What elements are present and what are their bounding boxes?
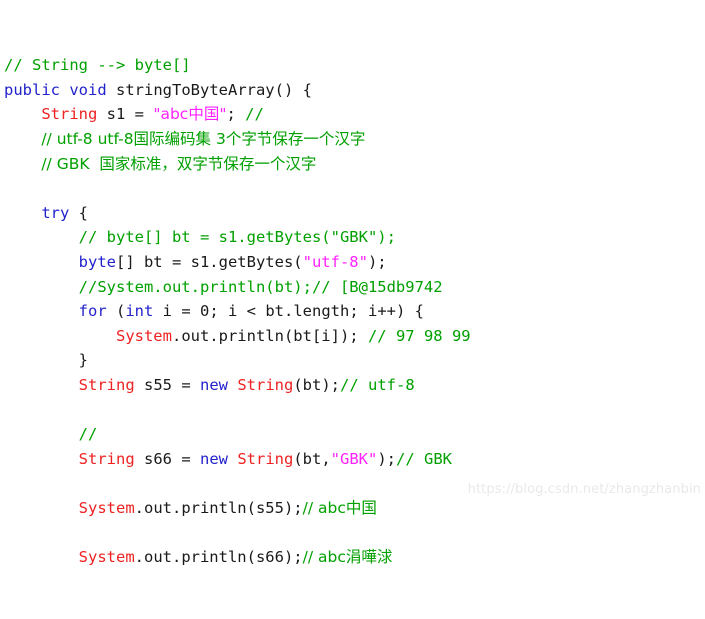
code-token-plain: (bt); <box>293 375 340 394</box>
code-token-plain: s1 = <box>97 105 154 124</box>
code-line: //System.out.println(bt);// [B@15db9742 <box>4 275 705 300</box>
code-token-keyword: new <box>199 375 228 394</box>
code-line: // GBK 国家标准，双字节保存一个汉字 <box>4 152 705 177</box>
code-editor-pane: // String --> byte[] public void stringTo… <box>0 0 705 566</box>
code-token-plain: .out.println(s66); <box>134 548 303 567</box>
code-token-comment: // abc中国 <box>302 498 377 517</box>
code-token-plain: ( <box>106 302 126 321</box>
code-line: String s1 = "abc中国"; // <box>4 102 705 127</box>
code-token-class: String <box>78 375 135 394</box>
code-token-plain: [] bt = s1.getBytes( <box>115 252 303 271</box>
code-token-plain: s66 = <box>134 449 200 468</box>
code-token-plain: ); <box>377 449 396 468</box>
code-line: System.out.println(bt[i]); // 97 98 99 <box>4 324 705 349</box>
code-token-comment: // abc涓嘩浗 <box>302 548 393 567</box>
code-token-class: String <box>237 375 294 394</box>
code-token-comment: //System.out.println(bt);// [B@15db9742 <box>78 277 443 296</box>
code-line: // utf-8 utf-8国际编码集 3个字节保存一个汉字 <box>4 127 705 152</box>
code-token-comment: // String --> byte[] <box>4 56 191 75</box>
code-token-plain: .out.println(bt[i]); <box>171 326 368 345</box>
code-token-keyword: int <box>125 302 154 321</box>
code-token-string: "abc中国" <box>153 105 227 124</box>
watermark-text: https://blog.csdn.net/zhangzhanbin <box>467 482 701 498</box>
code-line: // <box>4 422 705 447</box>
code-token-class: String <box>237 449 294 468</box>
code-token-string: "utf-8" <box>302 252 368 271</box>
code-token-keyword: byte <box>78 252 116 271</box>
code-token-comment: // byte[] bt = s1.getBytes("GBK"); <box>78 228 396 247</box>
code-token-plain: (bt, <box>293 449 331 468</box>
code-token-keyword: new <box>199 449 228 468</box>
code-token-keyword: public <box>4 80 60 99</box>
code-token-keyword: for <box>78 302 107 321</box>
code-line: // String --> byte[] <box>4 53 705 78</box>
code-line: public void stringToByteArray() { <box>4 78 705 103</box>
code-token-class: String <box>78 449 135 468</box>
code-line: } <box>4 348 705 373</box>
code-token-comment: // utf-8 <box>340 375 415 394</box>
code-line: String s55 = new String(bt);// utf-8 <box>4 373 705 398</box>
code-token-comment: // GBK <box>396 449 452 468</box>
code-line: // byte[] bt = s1.getBytes("GBK"); <box>4 225 705 250</box>
code-token-class: String <box>41 105 98 124</box>
code-token-plain: { <box>69 203 88 222</box>
code-token-class: System <box>115 326 172 345</box>
code-line: System.out.println(s66);// abc涓嘩浗 <box>4 545 705 570</box>
code-token-comment: // GBK 国家标准，双字节保存一个汉字 <box>41 154 317 173</box>
code-token-plain: } <box>4 351 88 370</box>
code-token-class: System <box>78 548 135 567</box>
code-token-plain: s55 = <box>134 375 200 394</box>
code-token-class: System <box>78 498 135 517</box>
code-line: for (int i = 0; i < bt.length; i++) { <box>4 299 705 324</box>
code-token-comment: // 97 98 99 <box>367 326 471 345</box>
code-token-plain: ; <box>226 105 246 124</box>
code-line: try { <box>4 201 705 226</box>
code-token-plain: stringToByteArray() { <box>106 80 312 99</box>
code-token-comment: // <box>245 105 264 124</box>
code-token-comment: // <box>78 425 98 444</box>
code-line: byte[] bt = s1.getBytes("utf-8"); <box>4 250 705 275</box>
code-token-plain: ; i < bt.length; i++) { <box>209 302 424 321</box>
code-token-string: "GBK" <box>330 449 378 468</box>
code-token-plain: i = <box>153 302 200 321</box>
code-token-plain: .out.println(s55); <box>134 498 303 517</box>
code-token-keyword: try <box>41 203 70 222</box>
code-line: String s66 = new String(bt,"GBK");// GBK <box>4 447 705 472</box>
code-token-keyword: void <box>69 80 107 99</box>
code-token-comment: // utf-8 utf-8国际编码集 3个字节保存一个汉字 <box>41 129 366 148</box>
code-token-number: 0 <box>200 302 210 321</box>
code-token-plain: ); <box>367 252 387 271</box>
